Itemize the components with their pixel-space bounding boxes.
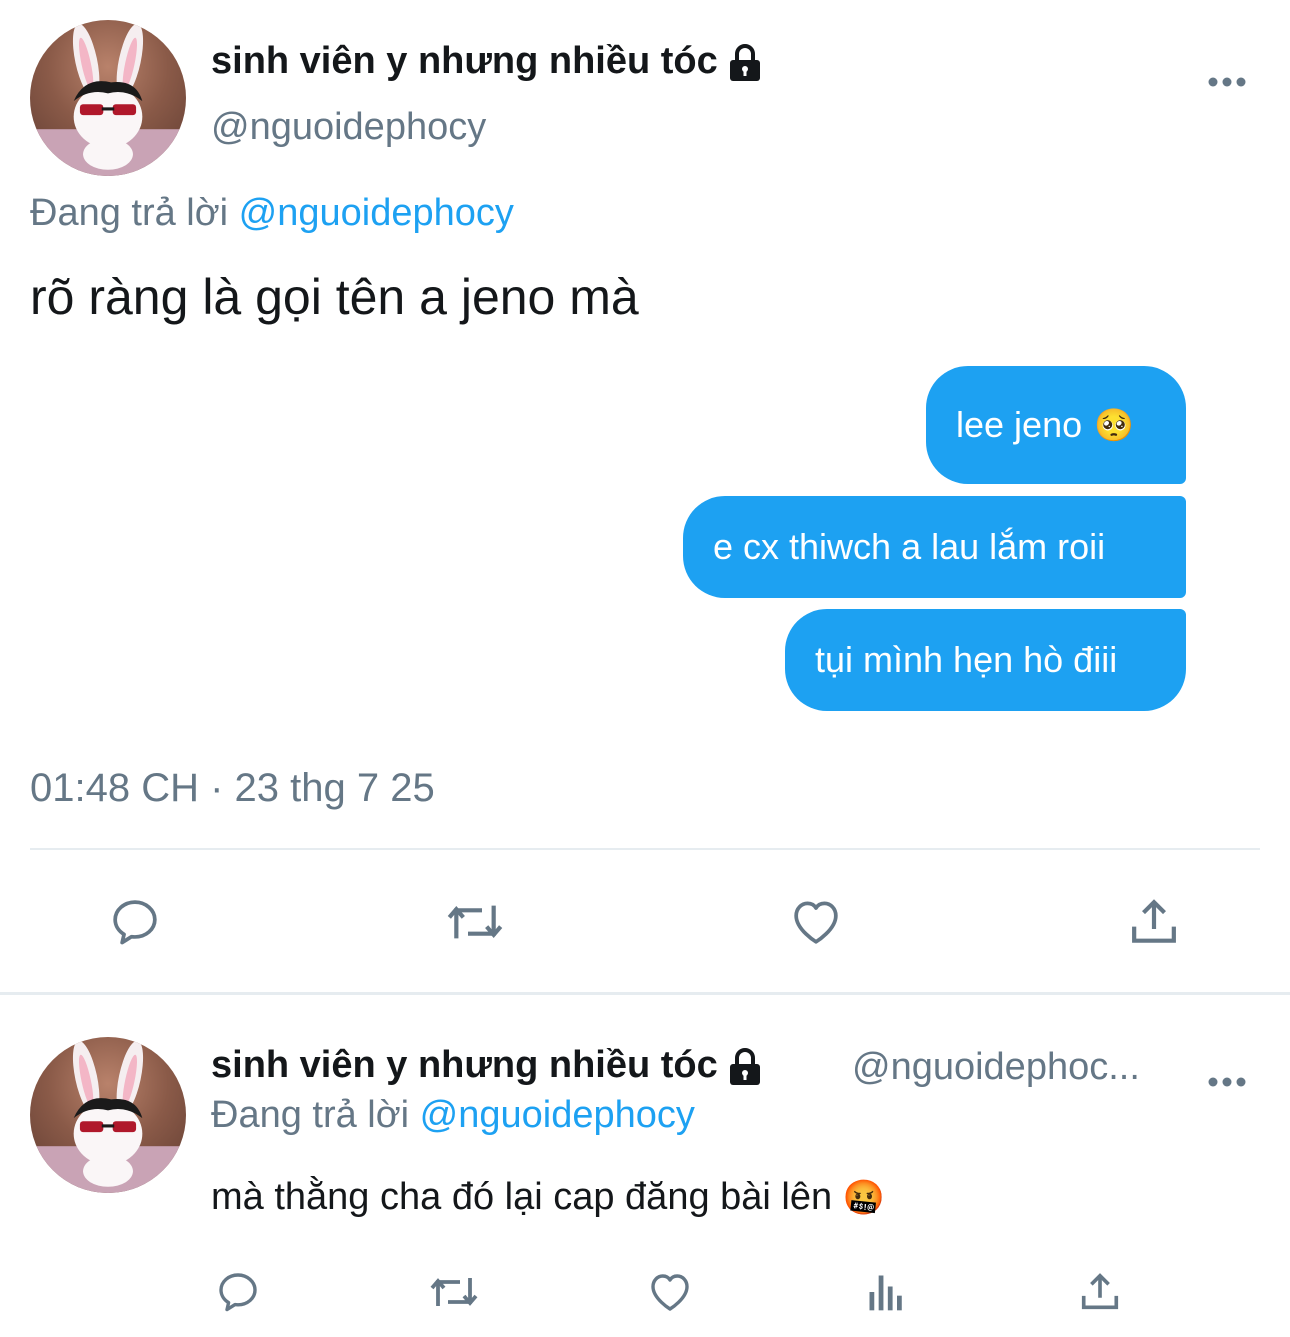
bubble-text: tụi mình hẹn hò điii: [815, 639, 1118, 680]
more-options-icon[interactable]: [1207, 56, 1247, 96]
lock-icon: [730, 44, 761, 81]
like-icon[interactable]: [784, 890, 848, 954]
cursing-face-emoji: 🤬: [842, 1179, 886, 1217]
avatar[interactable]: [30, 1037, 186, 1193]
more-options-icon[interactable]: [1207, 1056, 1247, 1096]
divider: [30, 848, 1260, 850]
bubble-text: e cx thiwch a lau lắm roii: [713, 526, 1106, 567]
share-icon[interactable]: [1122, 890, 1186, 954]
timestamp[interactable]: 01:48 CH · 23 thg 7 25: [30, 766, 435, 811]
like-icon[interactable]: [642, 1264, 698, 1320]
chat-bubble: tụi mình hẹn hò điii: [785, 609, 1186, 711]
analytics-icon[interactable]: [858, 1264, 914, 1320]
tweet-text: rõ ràng là gọi tên a jeno mà: [30, 269, 639, 325]
replying-mention-link[interactable]: @nguoidephocy: [420, 1094, 695, 1136]
lock-icon: [730, 1048, 761, 1085]
replying-mention-link[interactable]: @nguoidephocy: [239, 192, 514, 234]
retweet-icon[interactable]: [424, 1264, 484, 1320]
display-name[interactable]: sinh viên y nhưng nhiều tóc: [211, 1044, 762, 1087]
replying-to: Đang trả lời @nguoidephocy: [30, 192, 514, 235]
bunny-avatar-image: [30, 1040, 186, 1193]
bunny-avatar-image: [30, 23, 186, 176]
chat-bubble: e cx thiwch a lau lắm roii: [683, 496, 1186, 598]
avatar[interactable]: [30, 20, 186, 176]
bubble-text: lee jeno: [956, 404, 1083, 445]
pleading-face-emoji: 🥺: [1094, 407, 1134, 443]
retweet-icon[interactable]: [438, 890, 512, 954]
display-name[interactable]: sinh viên y nhưng nhiều tóc: [211, 40, 762, 83]
reply-icon[interactable]: [100, 890, 170, 954]
replying-to: Đang trả lời @nguoidephocy: [211, 1094, 695, 1137]
display-name-text: sinh viên y nhưng nhiều tóc: [211, 40, 718, 82]
replying-prefix: Đang trả lời: [30, 192, 229, 234]
handle[interactable]: @nguoidephocy: [211, 106, 486, 149]
handle[interactable]: @nguoidephoc...: [852, 1046, 1140, 1089]
display-name-text: sinh viên y nhưng nhiều tóc: [211, 1044, 718, 1086]
tweet-text: mà thằng cha đó lại cap đăng bài lên 🤬: [211, 1176, 885, 1219]
chat-bubble: lee jeno 🥺: [926, 366, 1186, 484]
reply-icon[interactable]: [210, 1264, 266, 1320]
replying-prefix: Đang trả lời: [211, 1094, 410, 1136]
share-icon[interactable]: [1072, 1264, 1128, 1320]
section-divider: [0, 992, 1290, 995]
tweet-text-body: mà thằng cha đó lại cap đăng bài lên: [211, 1176, 833, 1218]
